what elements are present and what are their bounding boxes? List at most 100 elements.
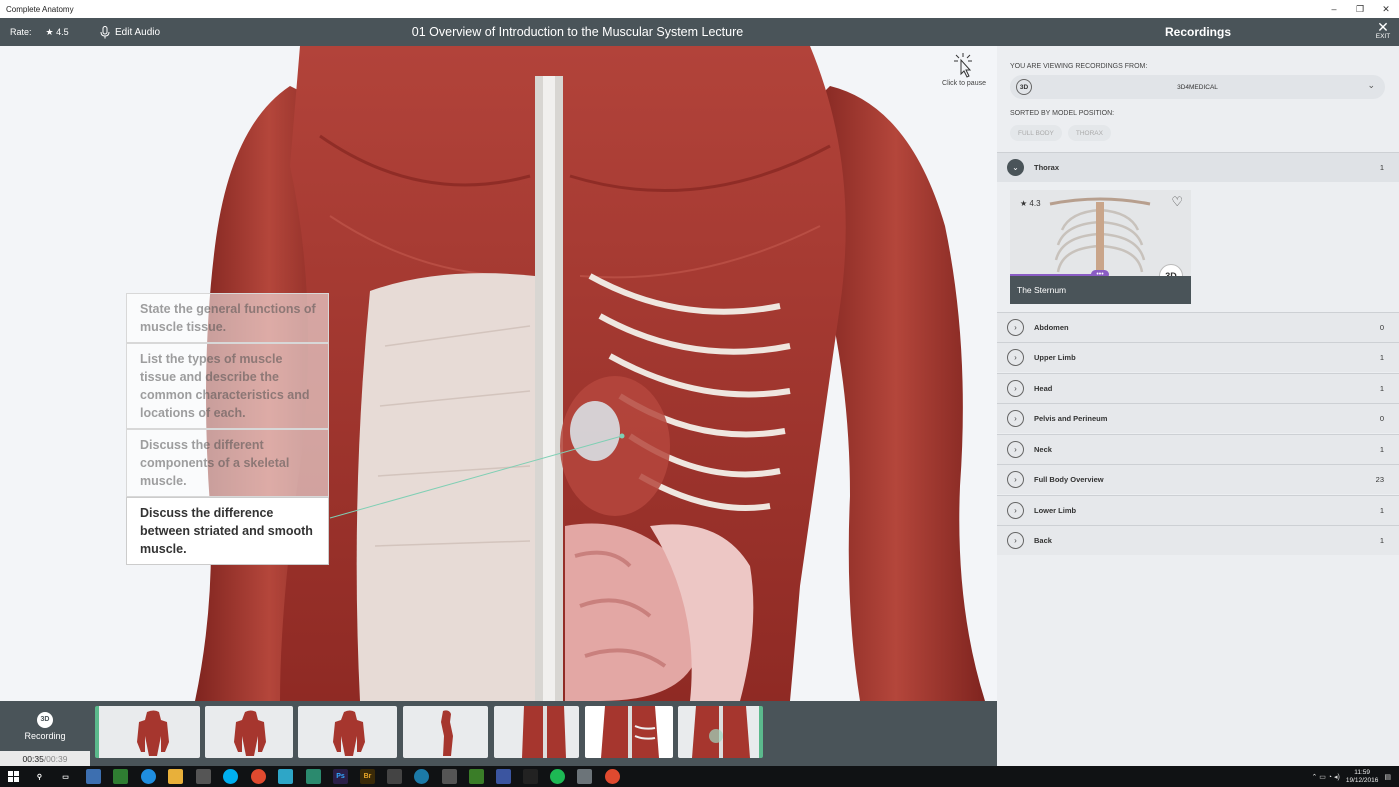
section-label: Pelvis and Perineum [1034, 414, 1108, 423]
section-count: 0 [1379, 414, 1384, 423]
keyframe-thumbnail-current[interactable] [585, 706, 673, 758]
cursor-click-icon [954, 53, 972, 78]
click-to-pause-button[interactable]: Click to pause [936, 52, 992, 87]
recording-button[interactable]: 3D Recording [0, 701, 90, 751]
edit-audio-button[interactable]: Edit Audio [100, 18, 160, 46]
section-thorax[interactable]: ⌄ Thorax 1 [997, 152, 1399, 182]
section-neck[interactable]: › Neck 1 [997, 434, 1399, 464]
section-count: 1 [1379, 163, 1384, 172]
taskbar-app-icon[interactable] [113, 769, 128, 784]
spotify-icon[interactable] [550, 769, 565, 784]
bridge-icon[interactable]: Br [360, 769, 375, 784]
keyframe-thumbnail[interactable] [298, 706, 397, 758]
recordings-panel: YOU ARE VIEWING RECORDINGS FROM: 3D 3D4M… [997, 46, 1399, 766]
keyframe-thumbnail[interactable] [494, 706, 579, 758]
section-label: Head [1034, 384, 1053, 393]
card-title: The Sternum [1010, 276, 1191, 304]
windows-start-icon[interactable] [6, 769, 21, 784]
keyframe-thumbnail[interactable] [95, 706, 200, 758]
window-title: Complete Anatomy [6, 4, 74, 14]
edit-audio-label: Edit Audio [115, 26, 161, 38]
section-count: 1 [1379, 353, 1384, 362]
skype-icon[interactable] [223, 769, 238, 784]
source-dropdown[interactable]: 3D 3D4MEDICAL ⌄ [1010, 75, 1385, 99]
section-count: 0 [1379, 323, 1384, 332]
photoshop-icon[interactable]: Ps [333, 769, 348, 784]
taskbar-app-icon[interactable] [523, 769, 538, 784]
card-rating: ★ 4.3 [1020, 199, 1041, 208]
window-titlebar: Complete Anatomy – ❐ ✕ [0, 0, 1399, 18]
clock-date: 19/12/2016 [1345, 776, 1379, 784]
section-label: Thorax [1034, 163, 1060, 172]
taskbar-app-icon[interactable] [442, 769, 457, 784]
learning-objectives: State the general functions of muscle ti… [126, 293, 329, 565]
section-back[interactable]: › Back 1 [997, 525, 1399, 555]
recording-timeline: 3D Recording 00:35 /00:39 [0, 701, 997, 766]
close-window-button[interactable]: ✕ [1373, 0, 1399, 18]
chevron-right-icon: › [1007, 441, 1024, 458]
chevron-right-icon: › [1007, 349, 1024, 366]
search-icon[interactable]: ⚲ [32, 769, 47, 784]
chrome-icon[interactable] [605, 769, 620, 784]
system-tray: ⌃ ▭ ◔ ◂) 11:59 19/12/2016 ▤ [1311, 766, 1391, 787]
taskbar-app-icon[interactable] [414, 769, 429, 784]
task-view-icon[interactable]: ▭ [58, 769, 73, 784]
keyframe-thumbnail[interactable] [403, 706, 488, 758]
playback-time: 00:35 /00:39 [0, 751, 90, 766]
taskbar-app-icon[interactable] [306, 769, 321, 784]
recording-card[interactable]: ★ 4.3 ♡ ••• 3D The Sternum [1010, 190, 1191, 304]
objective-item: State the general functions of muscle ti… [126, 293, 329, 343]
section-count: 1 [1379, 384, 1384, 393]
section-label: Upper Limb [1034, 353, 1076, 362]
body-figure-icon [333, 710, 365, 756]
taskbar-app-icon[interactable] [86, 769, 101, 784]
chrome-icon[interactable] [251, 769, 266, 784]
window-controls: – ❐ ✕ [1321, 0, 1399, 18]
rate-control[interactable]: Rate: ★ 4.5 [10, 18, 69, 46]
exit-button[interactable]: ✕ EXIT [1373, 20, 1393, 41]
keyframe-thumbnail[interactable] [205, 706, 293, 758]
objective-item-active: Discuss the difference between striated … [126, 497, 329, 565]
clock-time: 11:59 [1354, 768, 1370, 776]
sort-pill-thorax[interactable]: THORAX [1067, 125, 1111, 141]
app-header: Rate: ★ 4.5 Edit Audio 01 Overview of In… [0, 18, 1399, 46]
heart-icon[interactable]: ♡ [1171, 194, 1183, 210]
complete-anatomy-icon[interactable] [577, 769, 592, 784]
section-upper-limb[interactable]: › Upper Limb 1 [997, 342, 1399, 372]
viewing-source-label: YOU ARE VIEWING RECORDINGS FROM: [1010, 63, 1148, 70]
body-side-icon [441, 710, 453, 756]
total-time: /00:39 [43, 753, 68, 764]
section-count: 1 [1379, 506, 1384, 515]
section-abdomen[interactable]: › Abdomen 0 [997, 312, 1399, 342]
chevron-right-icon: › [1007, 319, 1024, 336]
section-label: Lower Limb [1034, 506, 1077, 515]
minimize-button[interactable]: – [1321, 0, 1347, 18]
taskbar-app-icon[interactable] [469, 769, 484, 784]
calculator-icon[interactable] [196, 769, 211, 784]
file-explorer-icon[interactable] [168, 769, 183, 784]
torso-closeup-icon [522, 706, 566, 758]
tray-icons[interactable]: ⌃ ▭ ◔ ◂) [1311, 773, 1339, 781]
section-count: 1 [1379, 536, 1384, 545]
section-head[interactable]: › Head 1 [997, 373, 1399, 403]
section-count: 23 [1375, 475, 1384, 484]
taskbar-app-icon[interactable] [387, 769, 402, 784]
maximize-button[interactable]: ❐ [1347, 0, 1373, 18]
section-full-body-overview[interactable]: › Full Body Overview 23 [997, 464, 1399, 494]
sort-pill-full-body[interactable]: FULL BODY [1010, 125, 1062, 141]
objective-item: Discuss the different components of a sk… [126, 429, 329, 497]
3d-viewport[interactable]: Click to pause State the general functio… [0, 46, 997, 701]
body-figure-icon [234, 710, 266, 756]
taskbar-app-icon[interactable] [278, 769, 293, 784]
exit-label: EXIT [1375, 33, 1391, 40]
taskbar-app-icon[interactable] [496, 769, 511, 784]
os-taskbar: ⚲ ▭ Ps Br ⌃ ▭ ◔ ◂) 11:59 19/12/2016 ▤ [0, 766, 1399, 787]
section-lower-limb[interactable]: › Lower Limb 1 [997, 495, 1399, 525]
torso-closeup-icon [692, 706, 750, 758]
lecture-title: 01 Overview of Introduction to the Muscu… [411, 25, 744, 39]
clock[interactable]: 11:59 19/12/2016 [1346, 769, 1379, 785]
edge-browser-icon[interactable] [141, 769, 156, 784]
keyframe-thumbnail[interactable] [678, 706, 763, 758]
section-pelvis-perineum[interactable]: › Pelvis and Perineum 0 [997, 403, 1399, 433]
notifications-icon[interactable]: ▤ [1384, 773, 1391, 781]
